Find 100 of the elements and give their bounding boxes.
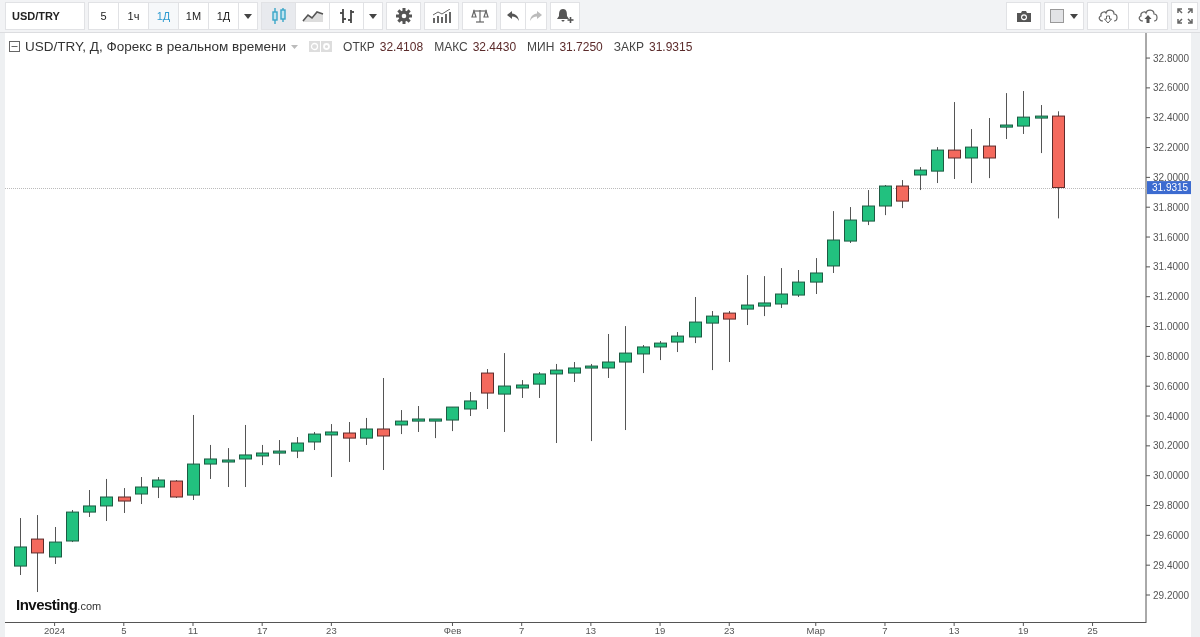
axis-label: 25 — [1087, 625, 1098, 636]
axis-label: 32.8000 — [1153, 52, 1190, 64]
candlestick — [671, 331, 684, 353]
interval-button[interactable]: 1М — [178, 2, 209, 30]
candlestick — [775, 267, 788, 309]
axis-label: 13 — [948, 625, 960, 636]
candlestick — [395, 409, 408, 435]
load-button[interactable] — [1087, 2, 1129, 30]
axis-label: 7 — [519, 625, 525, 636]
symbol-field[interactable]: USD/TRY — [5, 2, 85, 30]
candlestick — [100, 478, 113, 522]
stat-value: 31.7250 — [559, 39, 603, 54]
axis-label: 30.0000 — [1153, 470, 1190, 482]
bars-button[interactable] — [329, 2, 364, 30]
candlestick-icon — [270, 7, 287, 25]
candlestick — [83, 489, 96, 518]
axis-label: 30.8000 — [1153, 350, 1190, 362]
axis-label: 29.2000 — [1153, 589, 1190, 601]
interval-button[interactable]: 5 — [88, 2, 119, 30]
candlestick — [412, 405, 425, 433]
settings-icon — [395, 8, 412, 24]
candlestick — [706, 310, 719, 371]
candlestick — [343, 421, 356, 463]
axis-label: 32.2000 — [1153, 142, 1190, 154]
camera-icon — [1015, 9, 1032, 23]
collapse-icon[interactable] — [9, 41, 20, 52]
candlestick — [429, 418, 442, 439]
candlestick — [170, 479, 183, 499]
axis-label: 19 — [1018, 625, 1029, 636]
stat-value: 32.4108 — [379, 39, 424, 54]
candlestick — [741, 274, 754, 326]
axis-label: 32.6000 — [1153, 82, 1190, 94]
candlestick — [49, 526, 62, 565]
stat-value: 31.9315 — [649, 39, 693, 54]
axis-label: 30.4000 — [1153, 410, 1190, 422]
caret-icon — [244, 13, 252, 19]
axis-label: 31.8000 — [1153, 201, 1190, 213]
stat-label: МИН — [527, 39, 555, 54]
caret-icon — [369, 13, 377, 19]
settings-button[interactable] — [386, 2, 421, 30]
candlestick — [273, 439, 286, 466]
undo-button[interactable] — [500, 2, 526, 30]
interval-button[interactable]: 1Д — [208, 2, 239, 30]
candlestick — [637, 344, 650, 374]
scales-icon — [470, 9, 489, 23]
indicators-icon — [431, 9, 452, 23]
axis-label: 23 — [326, 625, 337, 636]
axis-label: 29.4000 — [1153, 559, 1190, 571]
axis-label: 30.2000 — [1153, 440, 1190, 452]
bars-icon — [338, 7, 355, 25]
candlestick — [792, 269, 805, 298]
compare-button[interactable] — [462, 2, 497, 30]
interval-dropdown[interactable] — [238, 2, 258, 30]
candlestick — [965, 128, 978, 184]
color-square-icon — [1050, 9, 1064, 23]
axis-label: 29.6000 — [1153, 529, 1190, 541]
line-chart-button[interactable] — [295, 2, 330, 30]
undo-icon — [506, 10, 520, 22]
axis-label: 32.4000 — [1153, 112, 1190, 124]
axis-label: 5 — [121, 625, 127, 636]
axis-label: 13 — [585, 625, 597, 636]
candlestick — [931, 146, 944, 184]
candlestick — [360, 417, 373, 446]
save-button[interactable] — [1128, 2, 1168, 30]
candlestick — [758, 275, 771, 317]
axis-label: 23 — [723, 625, 735, 636]
alert-button[interactable] — [550, 2, 580, 30]
candlestick — [66, 509, 79, 543]
candlestick — [14, 517, 27, 576]
candlestick — [204, 444, 217, 480]
candlestick — [723, 310, 736, 363]
candlestick — [308, 431, 321, 451]
axis-label: 31.6000 — [1153, 231, 1190, 243]
axis-label: 17 — [256, 625, 268, 636]
ref-line-label: 31.9315 — [1152, 182, 1189, 194]
axis-label: 7 — [882, 625, 888, 636]
fullscreen-icon — [1176, 8, 1193, 24]
candlestick — [239, 424, 252, 488]
snapshot-button[interactable] — [1006, 2, 1041, 30]
candlestick — [914, 166, 927, 191]
color-button[interactable] — [1044, 2, 1084, 30]
axis-label: 31.2000 — [1153, 291, 1190, 303]
candlestick — [689, 296, 702, 344]
fullscreen-button[interactable] — [1171, 2, 1198, 30]
axis-label: Фев — [443, 625, 462, 636]
candlestick — [1035, 104, 1048, 154]
indicators-button[interactable] — [424, 2, 459, 30]
cloud-download-icon — [1097, 8, 1119, 24]
axis-label: 19 — [654, 625, 666, 636]
legend-title: USD/TRY, Д, Форекс в реальном времени — [25, 39, 287, 54]
axis-label: 29.8000 — [1153, 500, 1190, 511]
axis-label: Мар — [806, 625, 826, 636]
axis-label: 30.6000 — [1153, 380, 1190, 392]
stat-value: 32.4430 — [472, 39, 517, 54]
candlestick — [568, 361, 581, 383]
candlestick — [827, 210, 840, 274]
axis-label: 31.4000 — [1153, 261, 1190, 273]
chart-style-dropdown[interactable] — [363, 2, 383, 30]
candlestick — [810, 257, 823, 295]
interval-button[interactable]: 1ч — [118, 2, 149, 30]
